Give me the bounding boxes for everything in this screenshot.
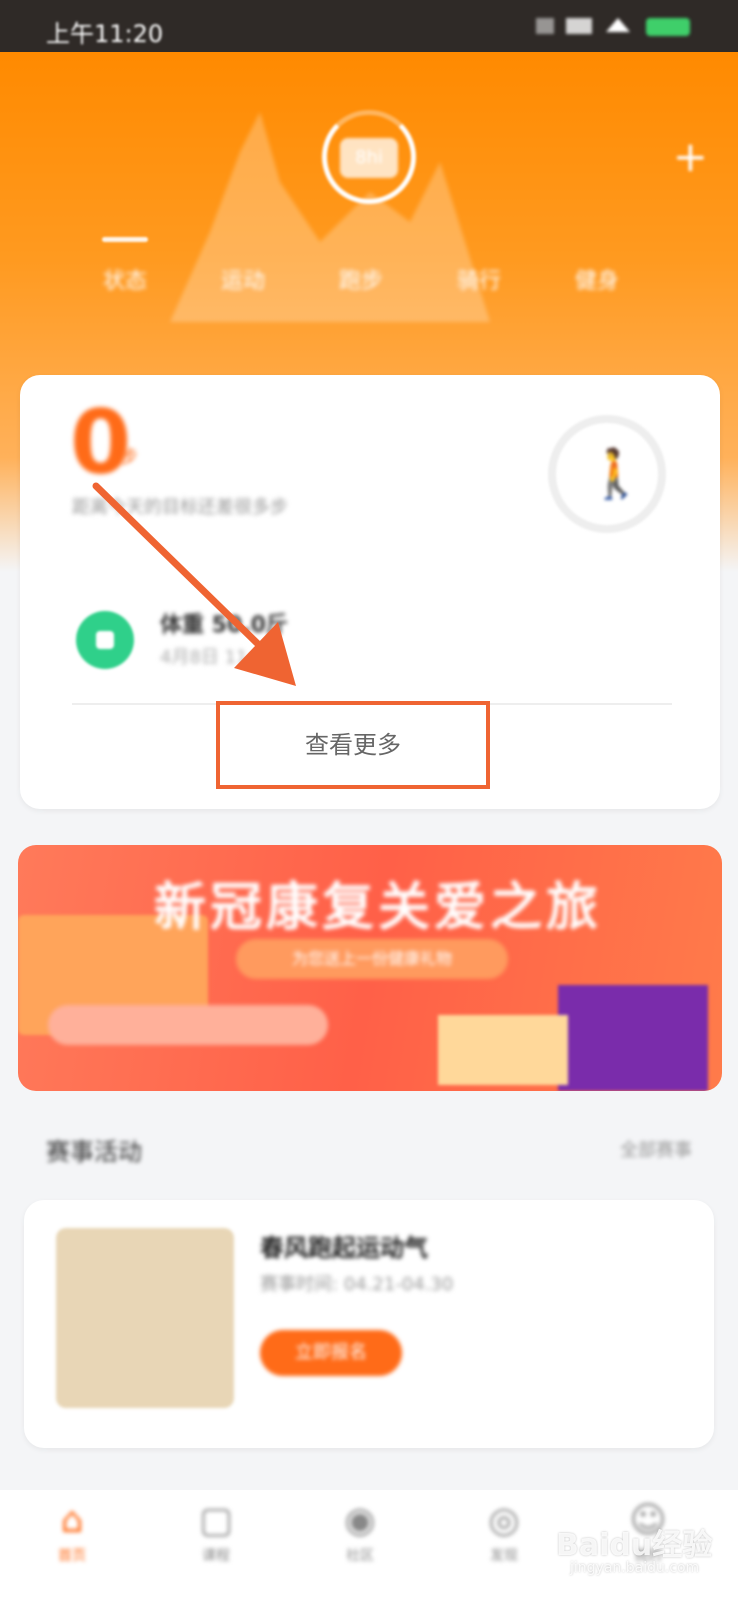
event-card[interactable]: 春风跑起运动气 赛事时间: 04.21-04.30 立即报名 [24, 1200, 714, 1448]
promo-banner[interactable]: 新冠康复关爱之旅 为您送上一份健康礼物 [18, 845, 722, 1091]
steps-hint: 距离今天的目标还差很多步 [72, 497, 288, 518]
banner-gift-box [558, 985, 708, 1091]
steps-unit: 步 [120, 447, 138, 468]
tab-workout[interactable]: 运动 [198, 263, 288, 295]
nav-course[interactable]: ▢ 课程 [166, 1500, 266, 1565]
event-title: 春风跑起运动气 [260, 1234, 428, 1262]
watermark-brand: Baidu经验 [556, 1528, 713, 1563]
status-time: 上午11:20 [46, 20, 164, 48]
nav-course-label: 课程 [202, 1548, 230, 1564]
nav-discover-label: 发现 [490, 1548, 518, 1564]
event-date: 赛事时间: 04.21-04.30 [260, 1274, 454, 1295]
tab-running[interactable]: 跑步 [316, 263, 406, 295]
banner-box-right [438, 1015, 568, 1085]
nav-home[interactable]: ⌂ 首页 [22, 1500, 122, 1565]
banner-title: 新冠康复关爱之旅 [153, 878, 602, 938]
event-join-button[interactable]: 立即报名 [260, 1330, 402, 1376]
view-more-button[interactable]: 查看更多 [220, 705, 486, 785]
walking-person-icon: 🚶 [586, 446, 646, 502]
weight-time: 4月8日 11:04 [160, 647, 277, 668]
weight-title: 体重 50.0斤 [160, 613, 288, 638]
tab-underline [102, 237, 148, 242]
banner-hand [48, 1005, 328, 1045]
events-see-all-link[interactable]: 全部赛事 [620, 1136, 692, 1162]
weight-icon [76, 611, 134, 669]
play-icon: ◉ [344, 1500, 376, 1541]
calendar-icon: ▢ [198, 1500, 233, 1541]
event-thumbnail [56, 1228, 234, 1408]
tab-status[interactable]: 状态 [80, 263, 170, 295]
ring-value: 8hi [340, 138, 398, 178]
events-section-title: 赛事活动 [46, 1138, 142, 1166]
nav-home-label: 首页 [58, 1548, 86, 1564]
tabs: 状态 运动 跑步 骑行 健身 [0, 248, 738, 308]
home-icon: ⌂ [60, 1500, 84, 1541]
view-more-highlight: 查看更多 [216, 701, 490, 789]
banner-subtitle: 为您送上一份健康礼物 [236, 939, 508, 979]
add-icon[interactable]: + [673, 132, 708, 181]
watermark-url: jingyan.baidu.com [570, 1560, 700, 1576]
steps-card[interactable]: 0 步 距离今天的目标还差很多步 🚶 体重 50.0斤 4月8日 11:04 查… [20, 375, 720, 809]
nav-discover[interactable]: ◎ 发现 [454, 1500, 554, 1565]
status-bar: 上午11:20 [0, 0, 738, 52]
nav-community-label: 社区 [346, 1548, 374, 1564]
tab-fitness[interactable]: 健身 [552, 263, 642, 295]
tab-cycling[interactable]: 骑行 [434, 263, 524, 295]
nav-community[interactable]: ◉ 社区 [310, 1500, 410, 1565]
status-icons [536, 18, 690, 36]
discover-icon: ◎ [488, 1500, 520, 1541]
